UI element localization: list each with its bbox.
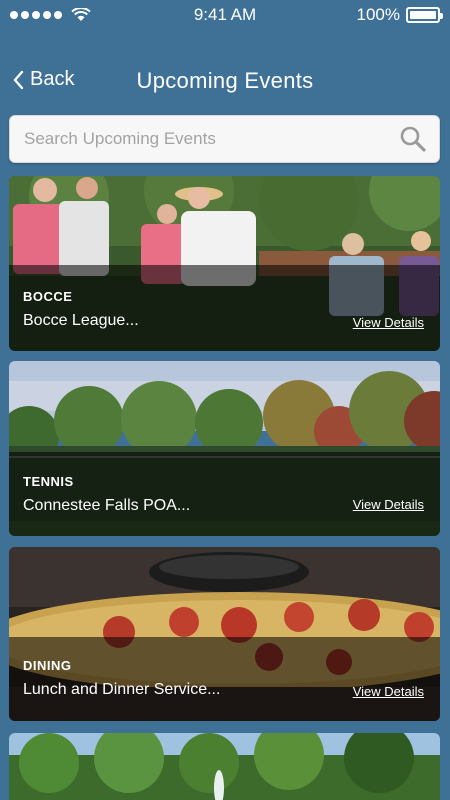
- battery-icon: [406, 7, 443, 23]
- card-overlay: [9, 452, 440, 536]
- card-overlay: [9, 265, 440, 351]
- search-icon[interactable]: [399, 125, 427, 153]
- event-title: Bocce League...: [23, 312, 139, 329]
- signal-icon: [10, 8, 91, 22]
- status-bar: 9:41 AM 100%: [0, 0, 450, 30]
- view-details-link[interactable]: View Details: [353, 315, 424, 330]
- event-card-tennis[interactable]: TENNIS Connestee Falls POA... View Detai…: [9, 361, 440, 536]
- view-details-link[interactable]: View Details: [353, 684, 424, 699]
- event-card-bocce[interactable]: BOCCE Bocce League... View Details: [9, 176, 440, 351]
- search-bar: [9, 115, 440, 163]
- fountain-photo: [9, 733, 440, 800]
- view-details-link[interactable]: View Details: [353, 497, 424, 512]
- event-card-partial[interactable]: [9, 733, 440, 800]
- event-card-dining[interactable]: DINING Lunch and Dinner Service... View …: [9, 547, 440, 721]
- event-category: BOCCE: [23, 289, 73, 304]
- battery-level: [410, 11, 436, 19]
- event-category: DINING: [23, 658, 72, 673]
- battery-percent: 100%: [356, 5, 400, 24]
- nav-bar: Back Upcoming Events: [0, 54, 450, 108]
- event-title: Connestee Falls POA...: [23, 497, 191, 514]
- search-input[interactable]: [24, 129, 399, 149]
- event-category: TENNIS: [23, 474, 74, 489]
- wifi-icon: [71, 8, 91, 21]
- card-overlay: [9, 637, 440, 721]
- event-title: Lunch and Dinner Service...: [23, 681, 221, 698]
- page-title: Upcoming Events: [136, 68, 314, 93]
